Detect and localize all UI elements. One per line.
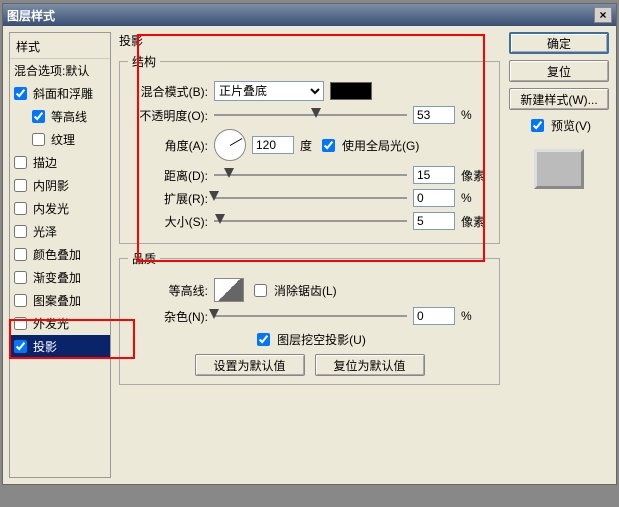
distance-label: 距离(D): [128,167,208,184]
window-title: 图层样式 [7,7,55,24]
effect-settings: 投影 结构 混合模式(B): 正片叠底 不透明度(O): % 角度(A): [111,32,500,478]
preview-thumbnail [534,149,584,189]
cancel-button[interactable]: 复位 [509,60,609,82]
effect-item-7[interactable]: 颜色叠加 [10,243,110,266]
angle-input[interactable] [252,136,294,154]
blend-options-item[interactable]: 混合选项:默认 [10,59,110,82]
contour-label: 等高线: [128,282,208,299]
global-light-checkbox[interactable]: 使用全局光(G) [318,136,419,155]
size-input[interactable] [413,212,455,230]
spread-slider[interactable] [214,191,407,205]
angle-dial[interactable] [214,129,246,161]
effect-item-5[interactable]: 内发光 [10,197,110,220]
effect-item-8[interactable]: 渐变叠加 [10,266,110,289]
noise-input[interactable] [413,307,455,325]
effect-item-0[interactable]: 斜面和浮雕 [10,82,110,105]
panel-heading: 投影 [119,32,500,49]
preview-checkbox[interactable]: 预览(V) [527,116,591,135]
structure-legend: 结构 [128,53,160,70]
effect-item-9[interactable]: 图案叠加 [10,289,110,312]
opacity-input[interactable] [413,106,455,124]
angle-label: 角度(A): [128,137,208,154]
effect-item-2[interactable]: 纹理 [10,128,110,151]
distance-slider[interactable] [214,168,407,182]
layer-style-dialog: 图层样式 × 样式 混合选项:默认 斜面和浮雕等高线纹理描边内阴影内发光光泽颜色… [2,3,617,485]
effect-item-4[interactable]: 内阴影 [10,174,110,197]
contour-picker[interactable] [214,278,244,302]
reset-default-button[interactable]: 复位为默认值 [315,354,425,376]
opacity-label: 不透明度(O): [128,107,208,124]
structure-group: 结构 混合模式(B): 正片叠底 不透明度(O): % 角度(A): 度 [119,53,500,244]
noise-label: 杂色(N): [128,308,208,325]
blend-mode-select[interactable]: 正片叠底 [214,81,324,101]
new-style-button[interactable]: 新建样式(W)... [509,88,609,110]
spread-input[interactable] [413,189,455,207]
size-slider[interactable] [214,214,407,228]
make-default-button[interactable]: 设置为默认值 [195,354,305,376]
close-icon[interactable]: × [594,7,612,23]
knockout-checkbox[interactable]: 图层挖空投影(U) [253,330,366,349]
size-label: 大小(S): [128,213,208,230]
styles-header: 样式 [10,35,110,59]
effect-item-3[interactable]: 描边 [10,151,110,174]
dialog-buttons: 确定 复位 新建样式(W)... 预览(V) [500,32,610,478]
effect-item-10[interactable]: 外发光 [10,312,110,335]
effect-item-6[interactable]: 光泽 [10,220,110,243]
antialias-checkbox[interactable]: 消除锯齿(L) [250,281,337,300]
spread-label: 扩展(R): [128,190,208,207]
shadow-color-swatch[interactable] [330,82,372,100]
styles-list: 样式 混合选项:默认 斜面和浮雕等高线纹理描边内阴影内发光光泽颜色叠加渐变叠加图… [9,32,111,478]
titlebar: 图层样式 × [3,4,616,26]
quality-legend: 品质 [128,250,160,267]
noise-slider[interactable] [214,309,407,323]
effect-item-11[interactable]: 投影 [10,335,110,358]
blend-mode-label: 混合模式(B): [128,83,208,100]
effect-item-1[interactable]: 等高线 [10,105,110,128]
ok-button[interactable]: 确定 [509,32,609,54]
distance-input[interactable] [413,166,455,184]
opacity-slider[interactable] [214,108,407,122]
quality-group: 品质 等高线: 消除锯齿(L) 杂色(N): % [119,250,500,385]
